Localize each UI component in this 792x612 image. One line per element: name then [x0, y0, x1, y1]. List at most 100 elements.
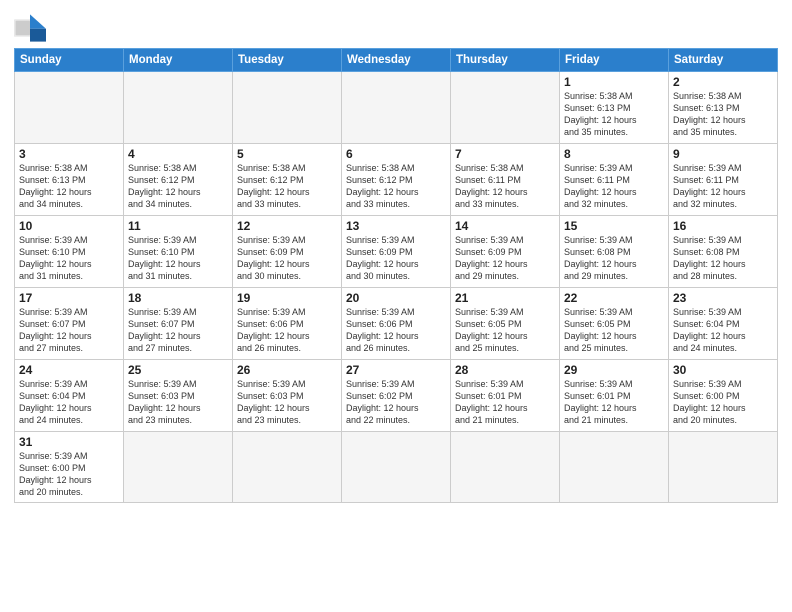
day-number: 2 — [673, 75, 773, 89]
day-number: 11 — [128, 219, 228, 233]
day-number: 15 — [564, 219, 664, 233]
calendar-cell: 27Sunrise: 5:39 AMSunset: 6:02 PMDayligh… — [342, 360, 451, 432]
calendar-cell — [451, 72, 560, 144]
day-info: Sunrise: 5:38 AMSunset: 6:13 PMDaylight:… — [673, 90, 773, 139]
day-info: Sunrise: 5:38 AMSunset: 6:12 PMDaylight:… — [128, 162, 228, 211]
day-number: 13 — [346, 219, 446, 233]
day-number: 10 — [19, 219, 119, 233]
day-number: 5 — [237, 147, 337, 161]
day-info: Sunrise: 5:39 AMSunset: 6:05 PMDaylight:… — [455, 306, 555, 355]
calendar-cell: 19Sunrise: 5:39 AMSunset: 6:06 PMDayligh… — [233, 288, 342, 360]
day-info: Sunrise: 5:39 AMSunset: 6:08 PMDaylight:… — [673, 234, 773, 283]
calendar-cell — [15, 72, 124, 144]
calendar-cell: 5Sunrise: 5:38 AMSunset: 6:12 PMDaylight… — [233, 144, 342, 216]
calendar-cell: 16Sunrise: 5:39 AMSunset: 6:08 PMDayligh… — [669, 216, 778, 288]
day-info: Sunrise: 5:39 AMSunset: 6:10 PMDaylight:… — [19, 234, 119, 283]
logo-icon — [14, 14, 46, 42]
day-number: 22 — [564, 291, 664, 305]
day-info: Sunrise: 5:39 AMSunset: 6:07 PMDaylight:… — [19, 306, 119, 355]
day-info: Sunrise: 5:39 AMSunset: 6:11 PMDaylight:… — [564, 162, 664, 211]
day-number: 7 — [455, 147, 555, 161]
day-info: Sunrise: 5:39 AMSunset: 6:00 PMDaylight:… — [673, 378, 773, 427]
day-info: Sunrise: 5:39 AMSunset: 6:06 PMDaylight:… — [346, 306, 446, 355]
calendar-cell: 15Sunrise: 5:39 AMSunset: 6:08 PMDayligh… — [560, 216, 669, 288]
col-header-saturday: Saturday — [669, 49, 778, 72]
calendar-cell: 8Sunrise: 5:39 AMSunset: 6:11 PMDaylight… — [560, 144, 669, 216]
col-header-thursday: Thursday — [451, 49, 560, 72]
calendar-cell: 28Sunrise: 5:39 AMSunset: 6:01 PMDayligh… — [451, 360, 560, 432]
calendar-cell: 14Sunrise: 5:39 AMSunset: 6:09 PMDayligh… — [451, 216, 560, 288]
calendar-cell: 9Sunrise: 5:39 AMSunset: 6:11 PMDaylight… — [669, 144, 778, 216]
day-number: 1 — [564, 75, 664, 89]
day-info: Sunrise: 5:38 AMSunset: 6:13 PMDaylight:… — [564, 90, 664, 139]
day-info: Sunrise: 5:39 AMSunset: 6:09 PMDaylight:… — [237, 234, 337, 283]
logo — [14, 14, 50, 42]
calendar-row: 31Sunrise: 5:39 AMSunset: 6:00 PMDayligh… — [15, 432, 778, 503]
page: SundayMondayTuesdayWednesdayThursdayFrid… — [0, 0, 792, 513]
calendar-cell: 29Sunrise: 5:39 AMSunset: 6:01 PMDayligh… — [560, 360, 669, 432]
day-number: 28 — [455, 363, 555, 377]
calendar-cell — [233, 432, 342, 503]
day-info: Sunrise: 5:39 AMSunset: 6:05 PMDaylight:… — [564, 306, 664, 355]
day-number: 25 — [128, 363, 228, 377]
day-number: 12 — [237, 219, 337, 233]
day-number: 4 — [128, 147, 228, 161]
day-number: 24 — [19, 363, 119, 377]
calendar-cell — [124, 432, 233, 503]
day-info: Sunrise: 5:39 AMSunset: 6:02 PMDaylight:… — [346, 378, 446, 427]
day-info: Sunrise: 5:39 AMSunset: 6:10 PMDaylight:… — [128, 234, 228, 283]
calendar-cell: 12Sunrise: 5:39 AMSunset: 6:09 PMDayligh… — [233, 216, 342, 288]
calendar-cell: 22Sunrise: 5:39 AMSunset: 6:05 PMDayligh… — [560, 288, 669, 360]
calendar-cell: 20Sunrise: 5:39 AMSunset: 6:06 PMDayligh… — [342, 288, 451, 360]
calendar-cell: 4Sunrise: 5:38 AMSunset: 6:12 PMDaylight… — [124, 144, 233, 216]
calendar-row: 24Sunrise: 5:39 AMSunset: 6:04 PMDayligh… — [15, 360, 778, 432]
day-number: 17 — [19, 291, 119, 305]
calendar-cell: 2Sunrise: 5:38 AMSunset: 6:13 PMDaylight… — [669, 72, 778, 144]
day-number: 31 — [19, 435, 119, 449]
day-number: 30 — [673, 363, 773, 377]
calendar-cell: 24Sunrise: 5:39 AMSunset: 6:04 PMDayligh… — [15, 360, 124, 432]
day-number: 20 — [346, 291, 446, 305]
calendar-cell: 6Sunrise: 5:38 AMSunset: 6:12 PMDaylight… — [342, 144, 451, 216]
calendar-cell: 31Sunrise: 5:39 AMSunset: 6:00 PMDayligh… — [15, 432, 124, 503]
calendar-cell: 25Sunrise: 5:39 AMSunset: 6:03 PMDayligh… — [124, 360, 233, 432]
day-number: 14 — [455, 219, 555, 233]
day-number: 8 — [564, 147, 664, 161]
calendar-cell: 11Sunrise: 5:39 AMSunset: 6:10 PMDayligh… — [124, 216, 233, 288]
calendar-cell — [451, 432, 560, 503]
calendar-cell: 3Sunrise: 5:38 AMSunset: 6:13 PMDaylight… — [15, 144, 124, 216]
day-number: 16 — [673, 219, 773, 233]
calendar-cell — [342, 72, 451, 144]
header — [14, 10, 778, 42]
day-number: 19 — [237, 291, 337, 305]
day-info: Sunrise: 5:39 AMSunset: 6:04 PMDaylight:… — [673, 306, 773, 355]
calendar-cell: 26Sunrise: 5:39 AMSunset: 6:03 PMDayligh… — [233, 360, 342, 432]
day-info: Sunrise: 5:39 AMSunset: 6:04 PMDaylight:… — [19, 378, 119, 427]
day-info: Sunrise: 5:39 AMSunset: 6:07 PMDaylight:… — [128, 306, 228, 355]
day-number: 6 — [346, 147, 446, 161]
calendar-row: 17Sunrise: 5:39 AMSunset: 6:07 PMDayligh… — [15, 288, 778, 360]
day-info: Sunrise: 5:39 AMSunset: 6:06 PMDaylight:… — [237, 306, 337, 355]
day-info: Sunrise: 5:38 AMSunset: 6:12 PMDaylight:… — [237, 162, 337, 211]
col-header-sunday: Sunday — [15, 49, 124, 72]
calendar-cell: 30Sunrise: 5:39 AMSunset: 6:00 PMDayligh… — [669, 360, 778, 432]
day-info: Sunrise: 5:39 AMSunset: 6:09 PMDaylight:… — [455, 234, 555, 283]
calendar-cell: 10Sunrise: 5:39 AMSunset: 6:10 PMDayligh… — [15, 216, 124, 288]
calendar-cell: 13Sunrise: 5:39 AMSunset: 6:09 PMDayligh… — [342, 216, 451, 288]
day-number: 27 — [346, 363, 446, 377]
col-header-friday: Friday — [560, 49, 669, 72]
calendar-cell: 1Sunrise: 5:38 AMSunset: 6:13 PMDaylight… — [560, 72, 669, 144]
day-number: 18 — [128, 291, 228, 305]
day-number: 3 — [19, 147, 119, 161]
day-number: 9 — [673, 147, 773, 161]
calendar-cell — [342, 432, 451, 503]
calendar-cell: 21Sunrise: 5:39 AMSunset: 6:05 PMDayligh… — [451, 288, 560, 360]
calendar-cell: 23Sunrise: 5:39 AMSunset: 6:04 PMDayligh… — [669, 288, 778, 360]
calendar-header-row: SundayMondayTuesdayWednesdayThursdayFrid… — [15, 49, 778, 72]
day-info: Sunrise: 5:38 AMSunset: 6:12 PMDaylight:… — [346, 162, 446, 211]
day-info: Sunrise: 5:39 AMSunset: 6:03 PMDaylight:… — [128, 378, 228, 427]
calendar-cell: 17Sunrise: 5:39 AMSunset: 6:07 PMDayligh… — [15, 288, 124, 360]
calendar-row: 3Sunrise: 5:38 AMSunset: 6:13 PMDaylight… — [15, 144, 778, 216]
day-number: 29 — [564, 363, 664, 377]
day-number: 26 — [237, 363, 337, 377]
